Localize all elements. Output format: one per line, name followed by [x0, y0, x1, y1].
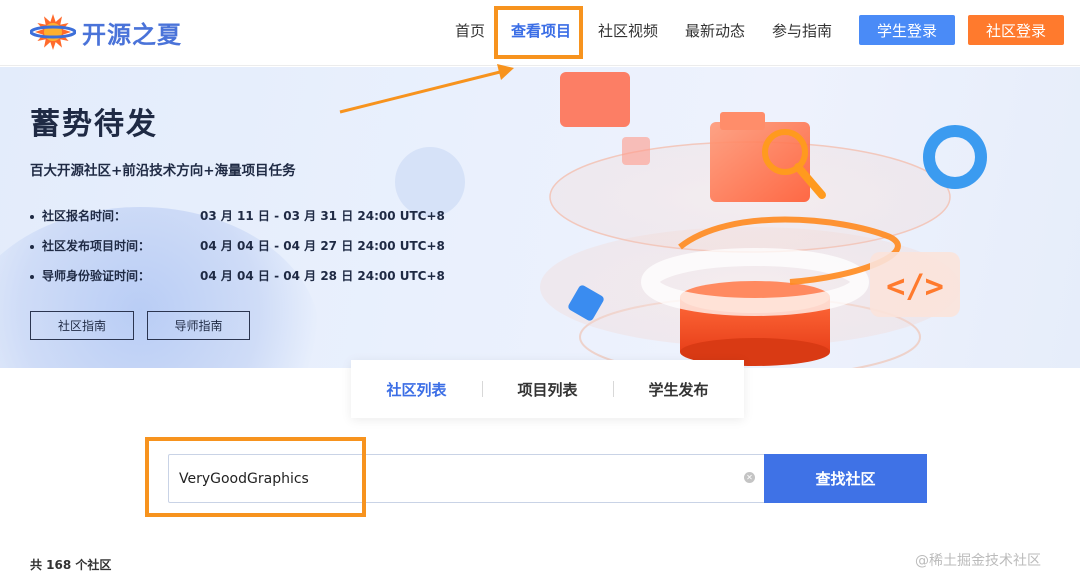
schedule-value: 03 月 11 日 - 03 月 31 日 24:00 UTC+8	[200, 209, 445, 223]
schedule-value: 04 月 04 日 - 04 月 28 日 24:00 UTC+8	[200, 269, 445, 283]
result-count: 共 168 个社区	[30, 558, 112, 572]
page: 开源之夏 首页 查看项目 社区视频 最新动态 参与指南 学生登录 社区登录 蓄势…	[0, 0, 1080, 579]
highlight-box-search	[145, 437, 366, 517]
bullet-icon	[30, 214, 34, 219]
schedule-label: 导师身份验证时间：	[42, 269, 151, 283]
bullet-icon	[30, 244, 34, 249]
schedule-row: 社区报名时间： 03 月 11 日 - 03 月 31 日 24:00 UTC+…	[30, 207, 445, 224]
nav-home[interactable]: 首页	[455, 20, 485, 41]
schedule-value: 04 月 04 日 - 04 月 27 日 24:00 UTC+8	[200, 239, 445, 253]
community-guide-button[interactable]: 社区指南	[30, 311, 134, 340]
hero-illustration: </>	[540, 72, 987, 368]
community-login-button[interactable]: 社区登录	[968, 15, 1064, 45]
sun-logo-icon	[30, 14, 76, 50]
tab-project-list[interactable]: 项目列表	[482, 379, 613, 400]
schedule-row: 导师身份验证时间： 04 月 04 日 - 04 月 28 日 24:00 UT…	[30, 267, 445, 284]
banner-title: 蓄势待发	[30, 107, 158, 142]
nav-latest-news[interactable]: 最新动态	[685, 20, 745, 41]
banner-subtitle: 百大开源社区+前沿技术方向+海量项目任务	[30, 163, 296, 179]
bullet-icon	[30, 274, 34, 279]
find-community-button[interactable]: 查找社区	[764, 454, 927, 503]
clear-icon[interactable]: ✕	[744, 472, 755, 483]
nav-guide[interactable]: 参与指南	[772, 20, 832, 41]
svg-text:</>: </>	[886, 267, 944, 305]
watermark: @稀土掘金技术社区	[915, 553, 1041, 569]
list-tabs: 社区列表 项目列表 学生发布	[351, 360, 744, 418]
student-login-button[interactable]: 学生登录	[859, 15, 955, 45]
highlight-box-nav	[494, 6, 583, 59]
schedule-label: 社区报名时间：	[42, 209, 127, 223]
nav-community-videos[interactable]: 社区视频	[598, 20, 658, 41]
tab-community-list[interactable]: 社区列表	[351, 379, 482, 400]
schedule-label: 社区发布项目时间：	[42, 239, 151, 253]
schedule-row: 社区发布项目时间： 04 月 04 日 - 04 月 27 日 24:00 UT…	[30, 237, 445, 254]
hero-banner: 蓄势待发 百大开源社区+前沿技术方向+海量项目任务 社区报名时间： 03 月 1…	[0, 67, 1080, 368]
site-logo[interactable]: 开源之夏	[30, 12, 182, 52]
decorative-blob	[0, 207, 320, 368]
tab-student-publish[interactable]: 学生发布	[613, 379, 744, 400]
logo-text: 开源之夏	[82, 20, 182, 49]
mentor-guide-button[interactable]: 导师指南	[147, 311, 250, 340]
